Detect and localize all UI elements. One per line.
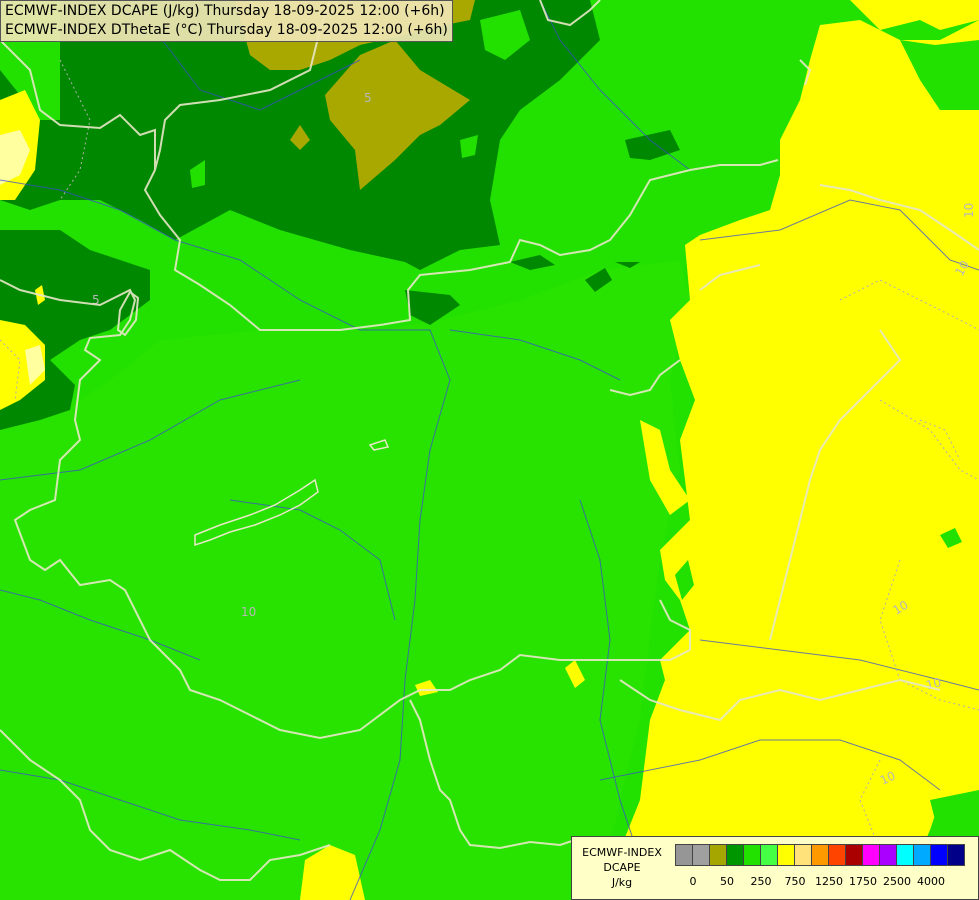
legend-tick-label: 2500 — [883, 875, 911, 888]
legend-swatch — [930, 844, 948, 866]
svg-text:5: 5 — [364, 91, 372, 105]
legend-swatch — [879, 844, 897, 866]
legend-swatch — [794, 844, 812, 866]
legend-swatch — [760, 844, 778, 866]
legend-swatch — [777, 844, 795, 866]
svg-text:10: 10 — [241, 605, 256, 619]
legend-tick-label: 50 — [720, 875, 734, 888]
legend-ticks: 0 50 250 750 1250 1750 2500 4000 — [675, 875, 975, 889]
legend-swatches — [675, 844, 965, 866]
legend-swatch — [692, 844, 710, 866]
legend-label: ECMWF-INDEX DCAPE J/kg — [574, 845, 670, 890]
legend-swatch — [675, 844, 693, 866]
legend-tick-label: 4000 — [917, 875, 945, 888]
legend-tick-label: 250 — [750, 875, 772, 888]
legend-swatch — [743, 844, 761, 866]
dcape-map[interactable]: 10 10 10 10 5 10 10 5 — [0, 0, 979, 900]
legend-tick-label: 750 — [784, 875, 806, 888]
legend-parameter: DCAPE — [603, 861, 641, 874]
legend-swatch — [913, 844, 931, 866]
title-dcape: ECMWF-INDEX DCAPE (J/kg) Thursday 18-09-… — [5, 3, 445, 19]
map-title: ECMWF-INDEX DCAPE (J/kg) Thursday 18-09-… — [0, 0, 453, 42]
legend-swatch — [828, 844, 846, 866]
legend-tick-label: 1250 — [815, 875, 843, 888]
legend-model: ECMWF-INDEX — [582, 846, 662, 859]
legend-tick-label: 0 — [689, 875, 697, 888]
legend-swatch — [726, 844, 744, 866]
legend-swatch — [862, 844, 880, 866]
legend-unit: J/kg — [611, 876, 633, 889]
legend-tick-label: 1750 — [849, 875, 877, 888]
title-dthetae: ECMWF-INDEX DThetaE (°C) Thursday 18-09-… — [5, 22, 448, 38]
svg-text:10: 10 — [962, 203, 976, 218]
legend-swatch — [811, 844, 829, 866]
legend-swatch — [845, 844, 863, 866]
color-legend: ECMWF-INDEX DCAPE J/kg 0 50 250 750 1250 1750… — [571, 836, 979, 900]
legend-swatch — [709, 844, 727, 866]
legend-swatch — [947, 844, 965, 866]
legend-swatch — [896, 844, 914, 866]
